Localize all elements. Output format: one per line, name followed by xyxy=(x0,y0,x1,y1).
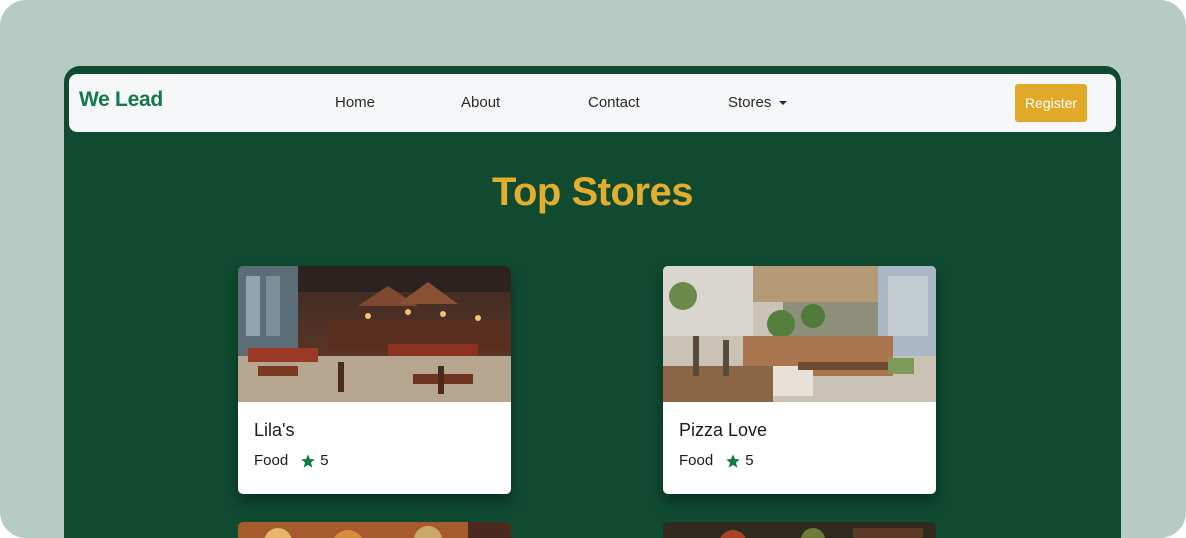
brand-logo[interactable]: We Lead xyxy=(79,88,163,112)
store-card-partial[interactable] xyxy=(238,522,511,538)
store-rating: 5 xyxy=(745,452,754,469)
caret-down-icon xyxy=(779,101,788,106)
store-image xyxy=(238,266,511,402)
nav-dropdown-stores-label: Stores xyxy=(728,94,772,111)
nav-dropdown-stores[interactable]: Stores xyxy=(728,94,788,111)
device-frame: We Lead Home About Contact Stores Regist… xyxy=(0,0,1186,538)
store-meta: Food 5 xyxy=(679,452,754,469)
nav-link-contact[interactable]: Contact xyxy=(588,94,640,111)
register-button[interactable]: Register xyxy=(1015,84,1087,122)
page-viewport: We Lead Home About Contact Stores Regist… xyxy=(64,66,1121,538)
store-category: Food xyxy=(254,452,289,469)
store-name: Lila's xyxy=(254,420,295,440)
page-title: Top Stores xyxy=(492,170,693,214)
store-image xyxy=(663,522,936,538)
nav-link-about[interactable]: About xyxy=(461,94,500,111)
store-rating: 5 xyxy=(320,452,329,469)
store-category: Food xyxy=(679,452,714,469)
store-card-partial[interactable] xyxy=(663,522,936,538)
store-card[interactable]: Pizza Love Food 5 xyxy=(663,266,936,494)
store-meta: Food 5 xyxy=(254,452,329,469)
star-icon xyxy=(300,453,316,469)
navbar: We Lead Home About Contact Stores Regist… xyxy=(69,74,1116,132)
store-image xyxy=(663,266,936,402)
nav-link-home[interactable]: Home xyxy=(335,94,375,111)
store-card[interactable]: Lila's Food 5 xyxy=(238,266,511,494)
store-name: Pizza Love xyxy=(679,420,768,440)
store-image xyxy=(238,522,511,538)
star-icon xyxy=(725,453,741,469)
